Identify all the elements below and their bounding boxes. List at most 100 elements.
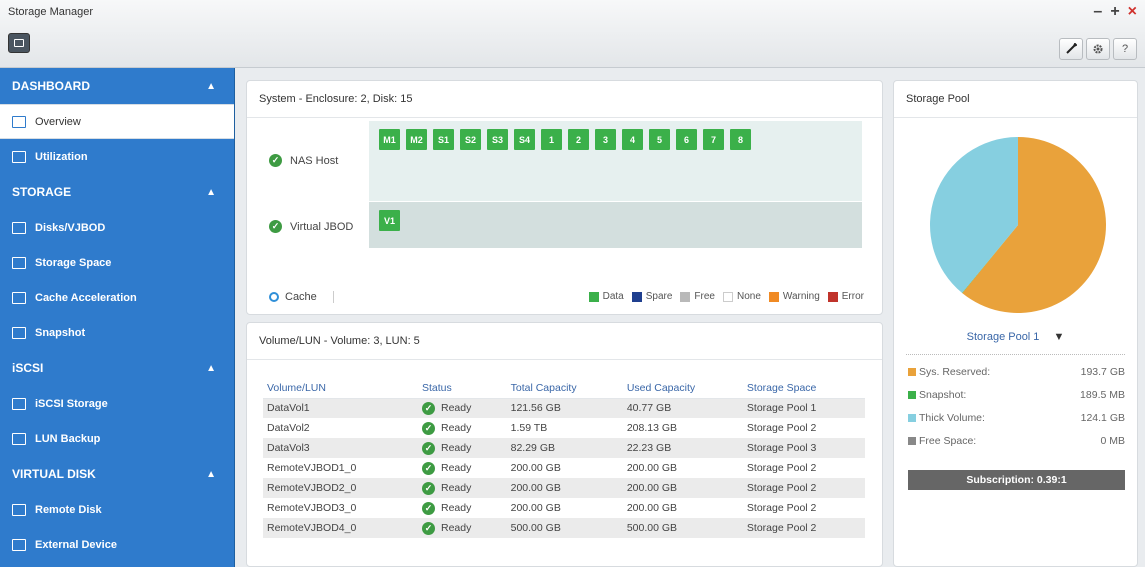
table-cell: 208.13 GB bbox=[626, 422, 678, 434]
sidebar-item-label: Storage Space bbox=[35, 256, 112, 269]
table-row[interactable]: DataVol1 ✓ Ready 121.56 GB 40.77 GB Storage P… bbox=[263, 398, 865, 418]
sidebar-item-disks[interactable]: Disks/VJBOD bbox=[0, 210, 234, 245]
table-row[interactable]: DataVol3 ✓ Ready 82.29 GB 22.23 GB Storage Po… bbox=[263, 438, 865, 458]
disk-slot[interactable]: 7 bbox=[703, 129, 724, 150]
sidebar-item-utilization[interactable]: Utilization bbox=[0, 139, 234, 174]
status-cell: ✓ Ready bbox=[421, 521, 507, 535]
table-cell: 82.29 GB bbox=[506, 438, 623, 458]
divider bbox=[247, 359, 882, 360]
table-cell: 121.56 GB bbox=[506, 398, 623, 418]
sidebar-item-cache-acceleration[interactable]: Cache Acceleration bbox=[0, 280, 234, 315]
status-text: Ready bbox=[440, 482, 472, 494]
disk-slot[interactable]: 1 bbox=[541, 129, 562, 150]
stat-label: Free Space: bbox=[919, 435, 977, 447]
stat-value: 189.5 MB bbox=[1080, 389, 1125, 401]
section-label: VIRTUAL DISK bbox=[12, 467, 96, 481]
sidebar-section-storage[interactable]: STORAGE ▲ bbox=[0, 174, 234, 210]
sidebar-item-label: Utilization bbox=[35, 150, 88, 163]
sidebar-item-overview[interactable]: Overview bbox=[0, 104, 234, 139]
stat-label-wrap: Sys. Reserved: bbox=[908, 366, 990, 378]
column-header[interactable]: Used Capacity bbox=[622, 378, 743, 399]
disk-slot[interactable]: S4 bbox=[514, 129, 535, 150]
disk-slot[interactable]: S2 bbox=[460, 129, 481, 150]
help-button[interactable]: ? bbox=[1113, 38, 1137, 60]
status-text: Ready bbox=[440, 462, 472, 474]
disk-slot[interactable]: M2 bbox=[406, 129, 427, 150]
sidebar-section-dashboard[interactable]: DASHBOARD ▲ bbox=[0, 68, 234, 104]
status-cell: ✓ Ready bbox=[421, 421, 507, 435]
table-row[interactable]: DataVol2 ✓ Ready 1.59 TB 208.13 GB Storage Po… bbox=[263, 418, 865, 438]
disk-slot[interactable]: 4 bbox=[622, 129, 643, 150]
maximize-button[interactable]: + bbox=[1110, 2, 1119, 22]
disk-slot[interactable]: 5 bbox=[649, 129, 670, 150]
virtual-jbod-label: ✓ Virtual JBOD bbox=[269, 220, 353, 233]
sidebar-section-iscsi[interactable]: iSCSI ▲ bbox=[0, 350, 234, 386]
legend-label: Error bbox=[841, 291, 864, 302]
table-cell: ✓ Ready bbox=[417, 478, 507, 498]
table-row[interactable]: RemoteVJBOD2_0 ✓ Ready 200.00 GB 200.00 GB St… bbox=[263, 478, 865, 498]
sidebar-item-label: Disks/VJBOD bbox=[35, 221, 106, 234]
legend-swatch bbox=[722, 291, 733, 302]
disk-slot[interactable]: M1 bbox=[379, 129, 400, 150]
sidebar-item-label: Cache Acceleration bbox=[35, 291, 137, 304]
sidebar-item-remote-disk[interactable]: Remote Disk bbox=[0, 492, 234, 527]
table-cell: 500.00 GB bbox=[622, 518, 743, 538]
table-row[interactable]: RemoteVJBOD4_0 ✓ Ready 500.00 GB 500.00 GB St… bbox=[263, 518, 865, 538]
disk-slot[interactable]: S3 bbox=[487, 129, 508, 150]
sidebar-item-lun-backup[interactable]: LUN Backup bbox=[0, 421, 234, 456]
sidebar-item-iscsi-storage[interactable]: iSCSI Storage bbox=[0, 386, 234, 421]
disk-slot[interactable]: 6 bbox=[676, 129, 697, 150]
pool-selector[interactable]: Storage Pool 1 ▼ bbox=[894, 331, 1137, 343]
check-icon: ✓ bbox=[421, 521, 435, 535]
sidebar-item-label: External Device bbox=[35, 538, 117, 551]
table-cell: Storage Pool 2 bbox=[746, 422, 817, 434]
status-cell: ✓ Ready bbox=[421, 501, 507, 515]
sidebar-item-storage-space[interactable]: Storage Space bbox=[0, 245, 234, 280]
disk-slot[interactable]: S1 bbox=[433, 129, 454, 150]
tool-icon bbox=[1066, 43, 1077, 54]
table-cell: RemoteVJBOD2_0 bbox=[263, 478, 418, 498]
cache-indicator[interactable]: Cache bbox=[269, 291, 334, 303]
stat-label: Thick Volume: bbox=[919, 412, 985, 424]
sidebar-item-external-device[interactable]: External Device bbox=[0, 527, 234, 562]
disk-slot[interactable]: 3 bbox=[595, 129, 616, 150]
chevron-up-icon: ▲ bbox=[206, 468, 216, 480]
sidebar-section-virtual-disk[interactable]: VIRTUAL DISK ▲ bbox=[0, 456, 234, 492]
table-cell: RemoteVJBOD4_0 bbox=[263, 518, 418, 538]
stat-label: Sys. Reserved: bbox=[919, 366, 991, 378]
stat-label: Snapshot: bbox=[919, 389, 967, 401]
table-cell: 1.59 TB bbox=[510, 422, 548, 434]
toggle-sidebar-button[interactable] bbox=[8, 33, 30, 53]
close-button[interactable]: × bbox=[1128, 2, 1137, 22]
overview-icon bbox=[12, 115, 26, 128]
table-cell: ✓ Ready bbox=[418, 418, 507, 438]
disk-slot[interactable]: 8 bbox=[730, 129, 751, 150]
pool-title: Storage Pool bbox=[906, 93, 970, 105]
legend-swatch bbox=[768, 291, 779, 302]
column-header[interactable]: Status bbox=[417, 378, 507, 399]
pool-stats: Sys. Reserved: 193.7 GB Snapshot: 189.5 MB T… bbox=[908, 366, 1125, 458]
iscsi-icon bbox=[12, 397, 26, 410]
pool-stat-row: Snapshot: 189.5 MB bbox=[908, 389, 1125, 412]
tool-button[interactable] bbox=[1059, 38, 1083, 60]
table-cell: 200.00 GB bbox=[510, 502, 561, 514]
legend-label: Data bbox=[602, 291, 624, 302]
table-cell: ✓ Ready bbox=[417, 438, 507, 458]
disk-slot[interactable]: 2 bbox=[568, 129, 589, 150]
column-header[interactable]: Total Capacity bbox=[506, 378, 623, 399]
table-cell: ✓ Ready bbox=[418, 498, 507, 518]
sidebar-item-snapshot[interactable]: Snapshot bbox=[0, 315, 234, 350]
disk-slot[interactable]: V1 bbox=[379, 210, 400, 231]
table-row[interactable]: RemoteVJBOD3_0 ✓ Ready 200.00 GB 200.00 GB St… bbox=[263, 498, 865, 518]
column-header[interactable]: Storage Space bbox=[742, 378, 865, 399]
settings-button[interactable] bbox=[1086, 38, 1110, 60]
window-titlebar: Storage Manager – + × ? bbox=[0, 0, 1145, 68]
divider bbox=[247, 117, 882, 118]
column-header[interactable]: Volume/LUN bbox=[263, 378, 418, 399]
minimize-button[interactable]: – bbox=[1093, 2, 1102, 22]
external-device-icon bbox=[12, 538, 26, 551]
table-cell: RemoteVJBOD3_0 bbox=[267, 502, 357, 514]
table-row[interactable]: RemoteVJBOD1_0 ✓ Ready 200.00 GB 200.00 GB St… bbox=[263, 458, 865, 478]
divider bbox=[894, 117, 1137, 118]
window-controls: – + × bbox=[1093, 2, 1137, 22]
